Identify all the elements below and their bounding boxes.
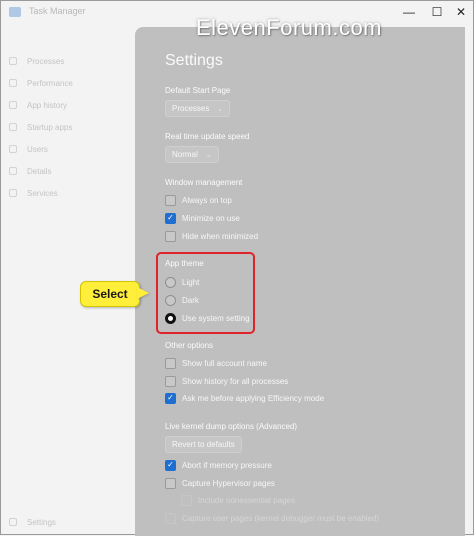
checkbox-label: Ask me before applying Efficiency mode — [182, 393, 325, 403]
checkbox-box[interactable] — [165, 194, 176, 206]
dropdown-value: Normal — [172, 150, 198, 159]
include-nonessential-pages-checkbox[interactable]: Include nonessential pages — [181, 493, 295, 507]
sidebar-item-label: Processes — [27, 56, 65, 66]
select-callout: Select — [80, 281, 140, 307]
minimize-on-use-checkbox[interactable]: ✓ Minimize on use — [165, 211, 240, 225]
checkbox-box[interactable] — [165, 375, 176, 387]
checkbox-box[interactable]: ✓ — [165, 212, 176, 224]
checkbox-label: Include nonessential pages — [198, 495, 295, 505]
checkbox-label: Abort if memory pressure — [182, 460, 272, 470]
sidebar-item-label: Performance — [27, 78, 73, 88]
chevron-down-icon: ⌄ — [217, 105, 224, 113]
sidebar-item-app-history[interactable]: App history — [9, 97, 67, 113]
show-history-all-processes-checkbox[interactable]: Show history for all processes — [165, 374, 288, 388]
checkbox-box[interactable]: ✓ — [165, 392, 176, 404]
kernel-dump-label: Live kernel dump options (Advanced) — [165, 422, 298, 431]
sidebar-item-label: Settings — [27, 517, 56, 527]
sidebar-item-performance[interactable]: Performance — [9, 75, 73, 91]
users-icon — [9, 145, 17, 153]
callout-pointer — [137, 287, 149, 299]
sidebar-item-label: Services — [27, 188, 58, 198]
sidebar-item-users[interactable]: Users — [9, 141, 48, 157]
abort-memory-pressure-checkbox[interactable]: ✓ Abort if memory pressure — [165, 458, 272, 472]
other-options-label: Other options — [165, 341, 214, 350]
dropdown-value: Processes — [172, 104, 210, 113]
close-button[interactable]: ✕ — [447, 3, 474, 21]
sidebar-item-startup-apps[interactable]: Startup apps — [9, 119, 72, 135]
sidebar-item-label: Details — [27, 166, 52, 176]
capture-hypervisor-pages-checkbox[interactable]: Capture Hypervisor pages — [165, 476, 275, 490]
sidebar-item-label: App history — [27, 100, 68, 110]
sidebar-item-settings[interactable]: Settings — [9, 514, 56, 530]
show-full-account-name-checkbox[interactable]: Show full account name — [165, 356, 267, 370]
performance-icon — [9, 79, 17, 87]
checkbox-box[interactable] — [165, 357, 176, 369]
sidebar-item-details[interactable]: Details — [9, 163, 51, 179]
checkbox-label: Show full account name — [182, 358, 267, 368]
checkbox-label: Minimize on use — [182, 213, 240, 223]
checkbox-label: Always on top — [182, 195, 232, 205]
minimize-button[interactable]: — — [395, 3, 423, 21]
app-history-icon — [9, 101, 17, 109]
task-manager-window: Task Manager — ☐ ✕ Processes Performance… — [0, 0, 474, 536]
watermark-text: ElevenForum.com — [196, 15, 383, 40]
checkbox-box[interactable] — [165, 477, 176, 489]
realtime-update-dropdown[interactable]: Normal ⌄ — [165, 146, 219, 163]
checkbox-label: Show history for all processes — [182, 376, 289, 386]
revert-to-defaults-button[interactable]: Revert to defaults — [165, 436, 242, 453]
checkbox-box[interactable]: ✓ — [165, 459, 176, 471]
realtime-update-label: Real time update speed — [165, 132, 250, 141]
details-icon — [9, 167, 17, 175]
default-start-page-label: Default Start Page — [165, 86, 231, 95]
hide-when-minimized-checkbox[interactable]: Hide when minimized — [165, 229, 258, 243]
checkbox-box[interactable] — [165, 230, 176, 242]
window-title: Task Manager — [29, 6, 86, 16]
startup-apps-icon — [9, 123, 17, 131]
sidebar-item-processes[interactable]: Processes — [9, 53, 64, 69]
window-management-label: Window management — [165, 178, 243, 187]
always-on-top-checkbox[interactable]: Always on top — [165, 193, 232, 207]
sidebar-item-services[interactable]: Services — [9, 185, 58, 201]
services-icon — [9, 189, 17, 197]
settings-gear-icon — [9, 518, 17, 526]
processes-icon — [9, 57, 17, 65]
default-start-page-dropdown[interactable]: Processes ⌄ — [165, 100, 231, 117]
checkbox-label: Capture user pages (kernel debugger must… — [182, 513, 380, 523]
checkbox-box[interactable] — [165, 512, 176, 524]
checkbox-label: Capture Hypervisor pages — [182, 478, 275, 488]
checkbox-box[interactable] — [181, 494, 192, 506]
capture-user-pages-checkbox[interactable]: Capture user pages (kernel debugger must… — [165, 511, 379, 525]
page-title: Settings — [165, 52, 223, 69]
efficiency-mode-prompt-checkbox[interactable]: ✓ Ask me before applying Efficiency mode — [165, 391, 324, 405]
sidebar-item-label: Startup apps — [27, 122, 73, 132]
sidebar-item-label: Users — [27, 144, 48, 154]
chevron-down-icon: ⌄ — [205, 151, 212, 159]
checkbox-label: Hide when minimized — [182, 231, 259, 241]
task-manager-app-icon — [9, 7, 21, 17]
app-theme-highlight-box — [156, 252, 255, 334]
